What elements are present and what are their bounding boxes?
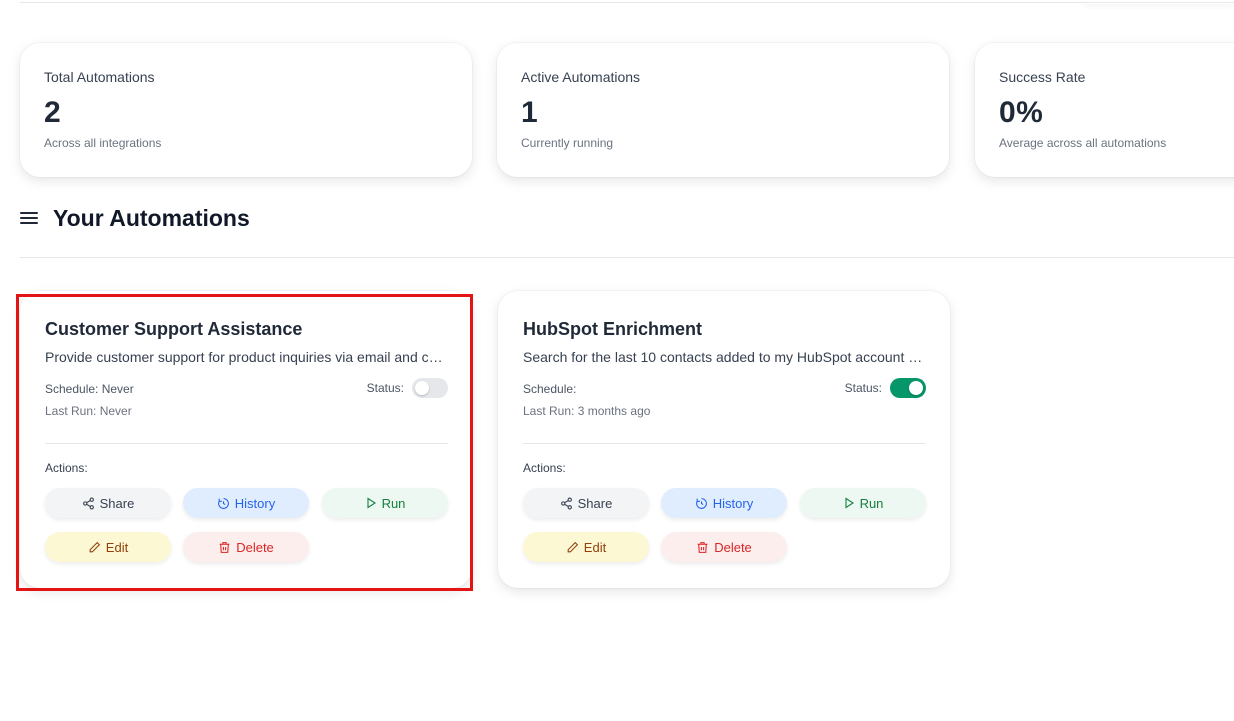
run-button[interactable]: Run	[800, 488, 926, 518]
stat-label: Total Automations	[44, 69, 155, 85]
stat-subtext: Average across all automations	[999, 136, 1167, 150]
share-icon	[560, 497, 572, 509]
share-icon	[82, 497, 94, 509]
hamburger-icon[interactable]	[20, 211, 38, 225]
run-label: Run	[381, 495, 406, 511]
schedule-text: Schedule:	[523, 382, 577, 396]
section-header: Your Automations	[20, 200, 250, 236]
actions-label: Actions:	[523, 461, 566, 475]
section-title: Your Automations	[53, 204, 250, 231]
automation-card: HubSpot Enrichment Search for the last 1…	[498, 291, 950, 588]
card-divider	[45, 443, 448, 444]
toggle-knob	[909, 381, 923, 395]
stat-subtext: Across all integrations	[44, 136, 162, 150]
status-toggle[interactable]	[412, 378, 448, 398]
stat-value: 2	[44, 96, 62, 129]
share-label: Share	[99, 495, 135, 511]
share-button[interactable]: Share	[523, 488, 649, 518]
play-icon	[845, 497, 854, 509]
status-label: Status:	[366, 381, 404, 395]
share-button[interactable]: Share	[45, 488, 171, 518]
automation-card: Customer Support Assistance Provide cust…	[20, 291, 472, 588]
status-control: Status:	[845, 378, 926, 398]
play-icon	[367, 497, 376, 509]
actions-label: Actions:	[45, 461, 88, 475]
history-icon	[217, 497, 229, 509]
automation-title: Customer Support Assistance	[45, 319, 303, 339]
run-label: Run	[859, 495, 884, 511]
toggle-knob	[415, 381, 429, 395]
stat-value: 0%	[999, 96, 1044, 129]
edit-label: Edit	[105, 539, 129, 555]
pencil-icon	[567, 541, 578, 552]
stat-card-success-rate: Success Rate 0% Average across all autom…	[975, 43, 1234, 177]
share-label: Share	[577, 495, 613, 511]
section-divider	[20, 257, 1234, 258]
trash-icon	[697, 541, 708, 553]
stat-subtext: Currently running	[521, 136, 614, 150]
card-divider	[523, 443, 926, 444]
header-edge	[1085, 0, 1234, 4]
status-toggle[interactable]	[890, 378, 926, 398]
top-divider	[20, 2, 1234, 3]
stat-card-active: Active Automations 1 Currently running	[497, 43, 949, 177]
trash-icon	[219, 541, 230, 553]
delete-button[interactable]: Delete	[661, 532, 787, 562]
delete-button[interactable]: Delete	[183, 532, 309, 562]
edit-button[interactable]: Edit	[523, 532, 649, 562]
history-label: History	[712, 495, 754, 511]
edit-button[interactable]: Edit	[45, 532, 171, 562]
status-control: Status:	[367, 378, 448, 398]
stat-label: Active Automations	[521, 69, 641, 85]
status-label: Status:	[844, 381, 882, 395]
stat-label: Success Rate	[999, 69, 1086, 85]
run-button[interactable]: Run	[322, 488, 448, 518]
delete-label: Delete	[714, 539, 752, 555]
stat-value: 1	[521, 96, 539, 129]
history-button[interactable]: History	[661, 488, 787, 518]
last-run-text: Last Run: Never	[45, 404, 132, 418]
automation-title: HubSpot Enrichment	[523, 319, 702, 339]
pencil-icon	[89, 541, 100, 552]
automation-description: Search for the last 10 contacts added to…	[523, 349, 926, 365]
delete-label: Delete	[236, 539, 274, 555]
automation-description: Provide customer support for product inq…	[45, 349, 448, 365]
edit-label: Edit	[583, 539, 607, 555]
history-button[interactable]: History	[183, 488, 309, 518]
last-run-text: Last Run: 3 months ago	[523, 404, 651, 418]
history-icon	[695, 497, 707, 509]
history-label: History	[234, 495, 276, 511]
schedule-text: Schedule: Never	[45, 382, 134, 396]
stat-card-total: Total Automations 2 Across all integrati…	[20, 43, 472, 177]
